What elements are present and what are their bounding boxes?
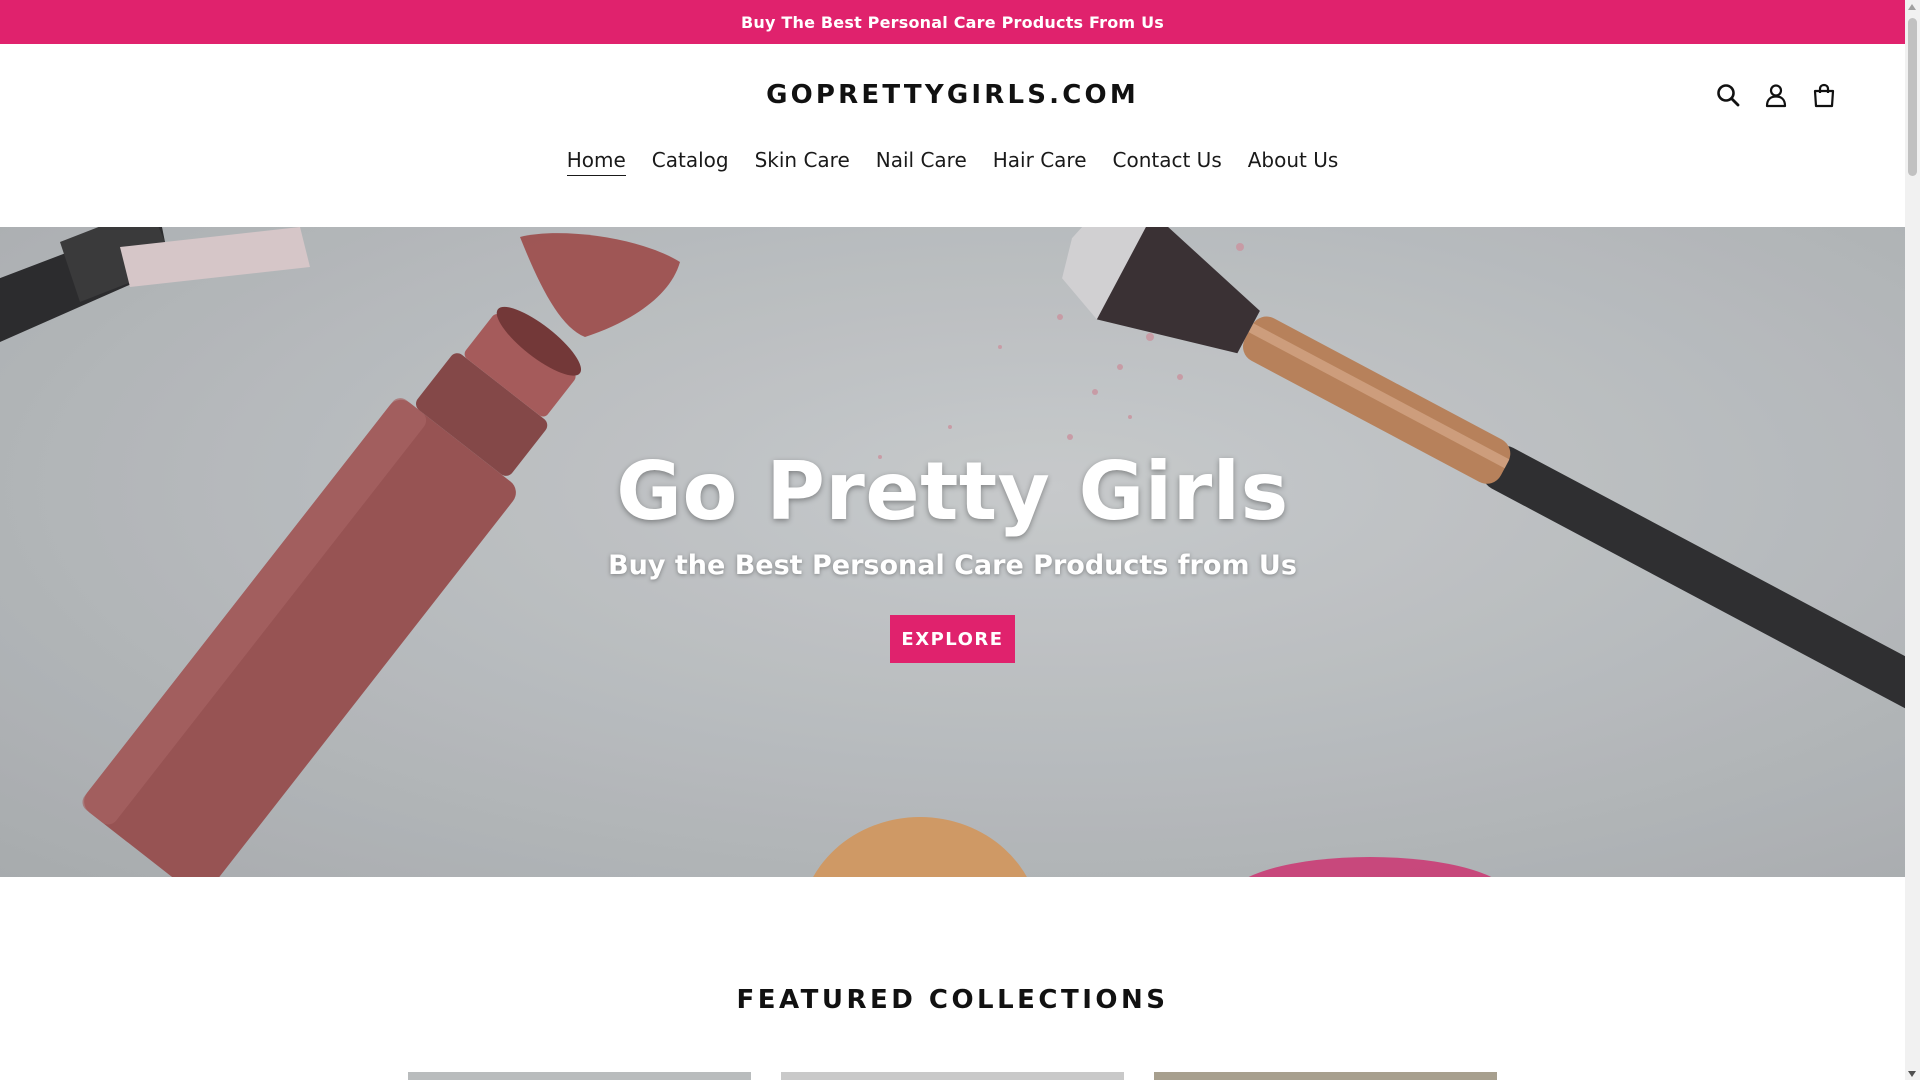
account-icon[interactable]: [1763, 82, 1789, 108]
featured-collections-heading: FEATURED COLLECTIONS: [736, 985, 1169, 1015]
nav-item-contact-us[interactable]: Contact Us: [1113, 148, 1222, 176]
hero-banner: Go Pretty Girls Buy the Best Personal Ca…: [0, 227, 1905, 877]
hero-title: Go Pretty Girls: [616, 445, 1289, 538]
hero-subtitle: Buy the Best Personal Care Products from…: [608, 550, 1297, 581]
nav-item-home[interactable]: Home: [566, 148, 626, 176]
collection-card[interactable]: [1154, 1072, 1497, 1080]
page: Buy The Best Personal Care Products From…: [0, 0, 1905, 1080]
header-icons: [1715, 82, 1837, 108]
nav-item-skin-care[interactable]: Skin Care: [755, 148, 850, 176]
cart-icon[interactable]: [1811, 82, 1837, 108]
announcement-bar[interactable]: Buy The Best Personal Care Products From…: [0, 0, 1905, 44]
explore-button[interactable]: EXPLORE: [890, 615, 1015, 663]
collection-card[interactable]: [781, 1072, 1124, 1080]
main-nav: Home Catalog Skin Care Nail Care Hair Ca…: [0, 148, 1905, 176]
hero-content: Go Pretty Girls Buy the Best Personal Ca…: [0, 227, 1905, 877]
nav-item-hair-care[interactable]: Hair Care: [993, 148, 1087, 176]
announcement-text[interactable]: Buy The Best Personal Care Products From…: [741, 13, 1164, 32]
scroll-up-arrow-icon[interactable]: [1908, 4, 1916, 10]
page-scrollbar[interactable]: [1905, 0, 1920, 1080]
search-icon[interactable]: [1715, 82, 1741, 108]
collection-card[interactable]: [408, 1072, 751, 1080]
nav-item-nail-care[interactable]: Nail Care: [876, 148, 967, 176]
scroll-down-arrow-icon[interactable]: [1908, 1071, 1916, 1077]
scrollbar-thumb[interactable]: [1908, 18, 1917, 176]
nav-item-about-us[interactable]: About Us: [1248, 148, 1339, 176]
nav-item-catalog[interactable]: Catalog: [652, 148, 729, 176]
site-logo[interactable]: GOPRETTYGIRLS.COM: [0, 80, 1905, 110]
